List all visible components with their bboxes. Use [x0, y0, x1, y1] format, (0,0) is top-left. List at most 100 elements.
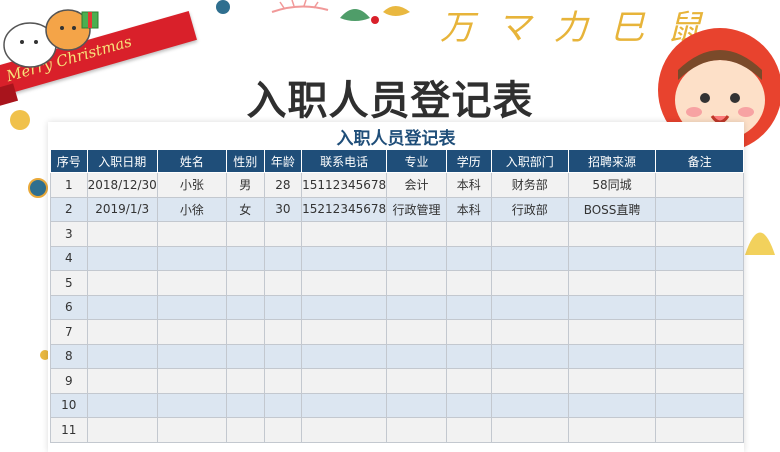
table-cell[interactable]	[567, 343, 657, 369]
table-cell[interactable]	[445, 343, 492, 369]
table-cell[interactable]	[567, 319, 657, 345]
table-cell[interactable]	[86, 270, 158, 296]
column-header[interactable]: 年龄	[263, 149, 303, 173]
table-cell[interactable]: 小张	[156, 172, 227, 198]
table-cell[interactable]	[655, 392, 744, 418]
table-cell[interactable]: 财务部	[490, 172, 569, 198]
table-cell[interactable]	[301, 417, 388, 443]
table-cell[interactable]	[301, 294, 388, 320]
column-header[interactable]: 姓名	[156, 149, 227, 173]
table-cell[interactable]: 男	[225, 172, 265, 198]
table-cell[interactable]	[225, 392, 265, 418]
table-cell[interactable]	[225, 294, 265, 320]
table-cell[interactable]: 15112345678	[301, 172, 388, 198]
table-cell[interactable]: 6	[50, 294, 88, 320]
table-cell[interactable]: 会计	[386, 172, 447, 198]
table-cell[interactable]	[301, 319, 388, 345]
table-cell[interactable]	[386, 368, 447, 394]
table-cell[interactable]	[655, 245, 744, 271]
table-cell[interactable]	[225, 245, 265, 271]
table-cell[interactable]	[490, 294, 569, 320]
table-cell[interactable]	[263, 417, 303, 443]
table-cell[interactable]	[86, 417, 158, 443]
table-cell[interactable]	[386, 417, 447, 443]
table-cell[interactable]	[567, 417, 657, 443]
table-cell[interactable]	[86, 221, 158, 247]
table-cell[interactable]	[655, 221, 744, 247]
table-cell[interactable]	[567, 392, 657, 418]
table-cell[interactable]	[386, 294, 447, 320]
table-cell[interactable]: 11	[50, 417, 88, 443]
table-cell[interactable]	[86, 245, 158, 271]
table-cell[interactable]	[386, 270, 447, 296]
table-cell[interactable]	[386, 343, 447, 369]
table-cell[interactable]	[156, 343, 227, 369]
table-cell[interactable]	[445, 270, 492, 296]
table-cell[interactable]	[445, 368, 492, 394]
table-cell[interactable]	[156, 392, 227, 418]
table-cell[interactable]: 4	[50, 245, 88, 271]
table-cell[interactable]	[490, 417, 569, 443]
table-cell[interactable]: 58同城	[567, 172, 657, 198]
table-cell[interactable]	[655, 417, 744, 443]
column-header[interactable]: 序号	[50, 149, 88, 173]
table-cell[interactable]: 30	[263, 196, 303, 222]
table-cell[interactable]: 9	[50, 368, 88, 394]
table-cell[interactable]: 小徐	[156, 196, 227, 222]
table-cell[interactable]	[156, 270, 227, 296]
table-cell[interactable]	[263, 245, 303, 271]
table-cell[interactable]	[263, 368, 303, 394]
table-cell[interactable]	[301, 392, 388, 418]
table-cell[interactable]	[567, 245, 657, 271]
table-cell[interactable]	[86, 343, 158, 369]
column-header[interactable]: 联系电话	[301, 149, 388, 173]
table-cell[interactable]	[301, 343, 388, 369]
column-header[interactable]: 性别	[225, 149, 265, 173]
table-cell[interactable]	[263, 343, 303, 369]
table-cell[interactable]: 2019/1/3	[86, 196, 158, 222]
table-cell[interactable]	[490, 270, 569, 296]
table-cell[interactable]: 28	[263, 172, 303, 198]
table-cell[interactable]	[445, 245, 492, 271]
table-cell[interactable]	[86, 368, 158, 394]
table-cell[interactable]	[225, 368, 265, 394]
table-cell[interactable]	[301, 245, 388, 271]
table-cell[interactable]	[445, 294, 492, 320]
table-cell[interactable]	[655, 368, 744, 394]
table-cell[interactable]	[655, 196, 744, 222]
column-header[interactable]: 入职部门	[490, 149, 569, 173]
table-cell[interactable]	[445, 319, 492, 345]
table-cell[interactable]: 1	[50, 172, 88, 198]
table-cell[interactable]	[655, 270, 744, 296]
table-cell[interactable]	[567, 368, 657, 394]
column-header[interactable]: 学历	[445, 149, 492, 173]
table-cell[interactable]	[156, 221, 227, 247]
table-cell[interactable]	[567, 270, 657, 296]
table-cell[interactable]	[263, 294, 303, 320]
table-cell[interactable]	[263, 270, 303, 296]
table-cell[interactable]: 3	[50, 221, 88, 247]
table-cell[interactable]: 女	[225, 196, 265, 222]
table-cell[interactable]	[386, 221, 447, 247]
column-header[interactable]: 备注	[655, 149, 744, 173]
column-header[interactable]: 专业	[386, 149, 447, 173]
table-cell[interactable]	[156, 417, 227, 443]
table-cell[interactable]: 行政管理	[386, 196, 447, 222]
table-cell[interactable]	[445, 221, 492, 247]
table-cell[interactable]	[156, 294, 227, 320]
table-cell[interactable]	[655, 343, 744, 369]
table-cell[interactable]: BOSS直聘	[567, 196, 657, 222]
table-cell[interactable]: 7	[50, 319, 88, 345]
table-cell[interactable]	[263, 392, 303, 418]
table-cell[interactable]	[490, 221, 569, 247]
table-cell[interactable]	[301, 368, 388, 394]
table-cell[interactable]: 15212345678	[301, 196, 388, 222]
table-cell[interactable]	[86, 319, 158, 345]
table-cell[interactable]	[490, 343, 569, 369]
table-cell[interactable]	[86, 392, 158, 418]
table-cell[interactable]: 2018/12/30	[86, 172, 158, 198]
table-cell[interactable]	[225, 417, 265, 443]
table-cell[interactable]	[263, 319, 303, 345]
table-cell[interactable]	[386, 392, 447, 418]
table-cell[interactable]	[490, 319, 569, 345]
